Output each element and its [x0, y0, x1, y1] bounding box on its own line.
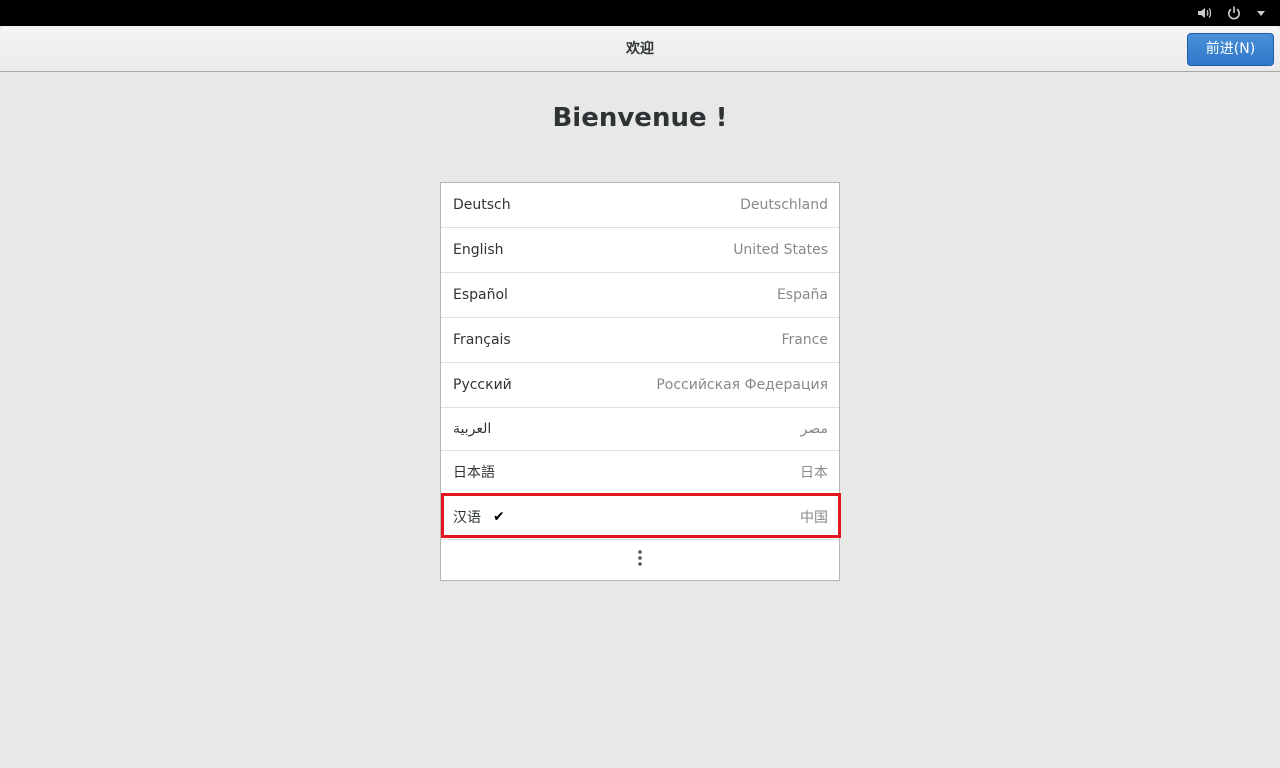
language-name: Русский	[453, 377, 512, 393]
language-row[interactable]: Deutsch Deutschland	[441, 183, 839, 228]
caret-down-icon	[1256, 5, 1266, 21]
language-row[interactable]: 日本語 日本	[441, 451, 839, 494]
language-region: 中国	[800, 509, 828, 526]
vertical-ellipsis-icon	[637, 549, 643, 571]
language-name: العربية	[453, 421, 492, 437]
language-row[interactable]: Español España	[441, 273, 839, 318]
language-name: 汉语	[453, 509, 481, 526]
language-row[interactable]: Русский Российская Федерация	[441, 363, 839, 408]
language-region: France	[781, 332, 828, 348]
language-row[interactable]: العربية مصر	[441, 408, 839, 451]
page-title: 欢迎	[626, 41, 654, 57]
next-button[interactable]: 前进(N)	[1187, 33, 1274, 66]
header-bar: 欢迎 前进(N)	[0, 26, 1280, 72]
language-name: 日本語	[453, 465, 495, 481]
system-status-area[interactable]	[1196, 0, 1266, 26]
power-icon	[1226, 5, 1242, 21]
language-row-selected[interactable]: 汉语 ✔ 中国	[441, 494, 839, 540]
language-row[interactable]: English United States	[441, 228, 839, 273]
more-languages-button[interactable]	[441, 540, 839, 580]
language-region: مصر	[800, 421, 828, 437]
top-bar	[0, 0, 1280, 26]
language-name: Español	[453, 287, 508, 303]
volume-icon	[1196, 5, 1212, 21]
language-region: Deutschland	[740, 197, 828, 213]
checkmark-icon: ✔	[493, 508, 505, 525]
language-name: English	[453, 242, 504, 258]
language-row[interactable]: Français France	[441, 318, 839, 363]
language-name: Deutsch	[453, 197, 511, 213]
language-list: Deutsch Deutschland English United State…	[440, 182, 840, 581]
language-region: United States	[733, 242, 828, 258]
language-name: Français	[453, 332, 511, 348]
welcome-heading: Bienvenue !	[552, 103, 728, 133]
language-region: 日本	[800, 465, 828, 481]
language-region: España	[776, 287, 828, 303]
language-region: Российская Федерация	[656, 377, 828, 393]
